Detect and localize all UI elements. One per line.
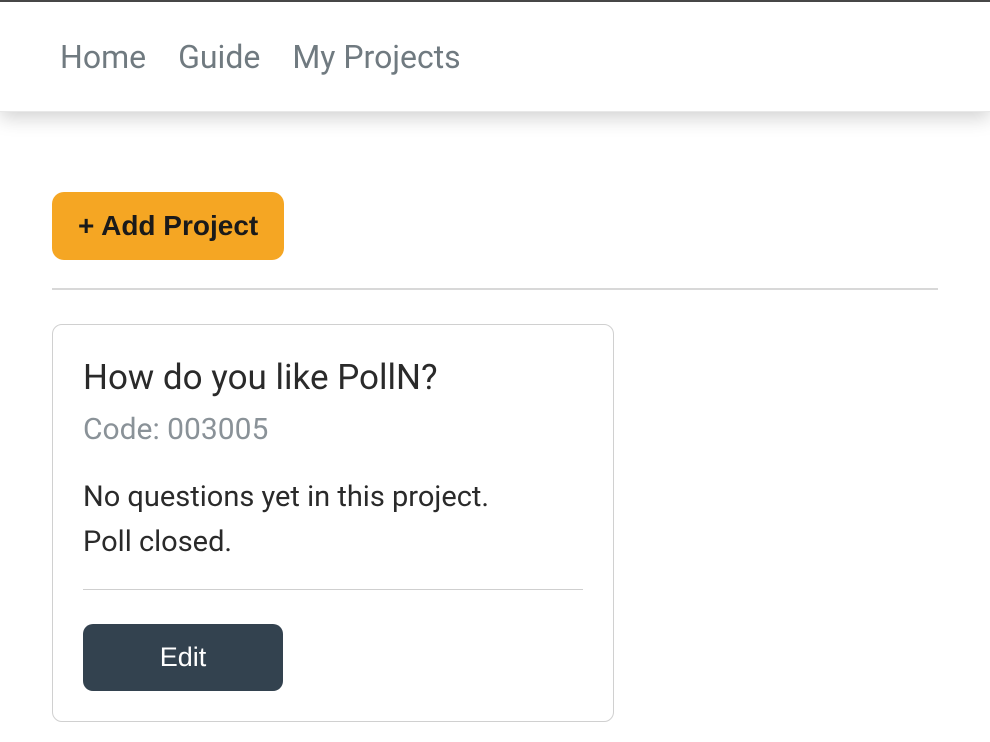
edit-button[interactable]: Edit [83,624,283,691]
nav-guide[interactable]: Guide [178,38,260,76]
main-content: + Add Project How do you like PollN? Cod… [0,112,990,722]
navbar: Home Guide My Projects [0,2,990,112]
nav-home[interactable]: Home [60,38,146,76]
project-card: How do you like PollN? Code: 003005 No q… [52,324,614,722]
project-status-line: Poll closed. [83,520,583,565]
nav-my-projects[interactable]: My Projects [292,38,460,76]
project-code: Code: 003005 [83,412,583,447]
add-project-button[interactable]: + Add Project [52,192,284,260]
project-title: How do you like PollN? [83,357,583,398]
card-divider [83,589,583,590]
project-status: No questions yet in this project. Poll c… [83,475,583,565]
project-status-line: No questions yet in this project. [83,475,583,520]
section-divider [52,288,938,290]
